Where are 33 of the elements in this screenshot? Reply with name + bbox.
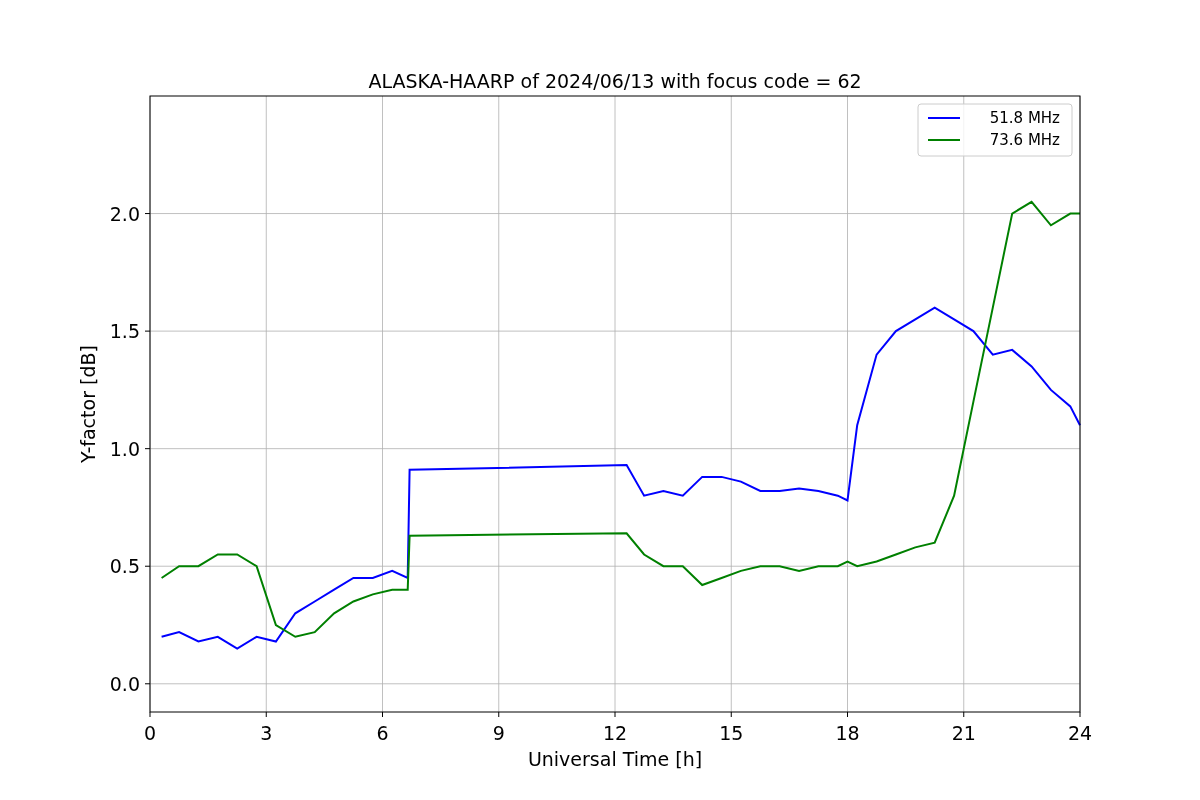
- x-tick-label: 0: [143, 722, 157, 744]
- y-tick-label: 0.5: [109, 555, 140, 578]
- tick-mark: [614, 711, 616, 718]
- tick-mark: [730, 711, 732, 718]
- tick-mark: [382, 711, 383, 718]
- x-tick-label: 21: [951, 722, 976, 744]
- x-tick-label: 3: [260, 722, 273, 744]
- tick-mark: [144, 213, 151, 215]
- x-tick-label: 24: [1067, 722, 1093, 744]
- x-tick-label: 6: [376, 722, 389, 744]
- tick-mark: [963, 711, 965, 718]
- tick-mark: [265, 711, 267, 718]
- y-axis-label: Y-factor [dB]: [77, 345, 99, 463]
- tick-mark: [144, 330, 151, 332]
- chart-title: ALASKA-HAARP of 2024/06/13 with focus code = 62: [368, 70, 862, 92]
- x-tick-label: 15: [719, 722, 744, 744]
- tick-mark: [144, 565, 151, 567]
- y-tick-label: 2.0: [109, 202, 140, 225]
- tick-mark: [144, 683, 151, 685]
- tick-mark: [144, 448, 151, 450]
- x-tick-label: 9: [492, 722, 505, 744]
- legend-label: 51.8 MHz: [989, 109, 1060, 127]
- legend-label: 73.6 MHz: [989, 131, 1060, 149]
- tick-mark: [847, 711, 848, 718]
- x-tick-label: 18: [835, 722, 860, 744]
- y-tick-label: 0.0: [109, 672, 140, 695]
- x-axis-label: Universal Time [h]: [527, 748, 703, 770]
- y-tick-label: 1.0: [109, 437, 140, 460]
- tick-mark: [1079, 711, 1081, 718]
- tick-mark: [498, 711, 500, 718]
- x-tick-label: 12: [602, 722, 628, 744]
- y-tick-label: 1.5: [109, 320, 140, 343]
- tick-mark: [149, 711, 151, 718]
